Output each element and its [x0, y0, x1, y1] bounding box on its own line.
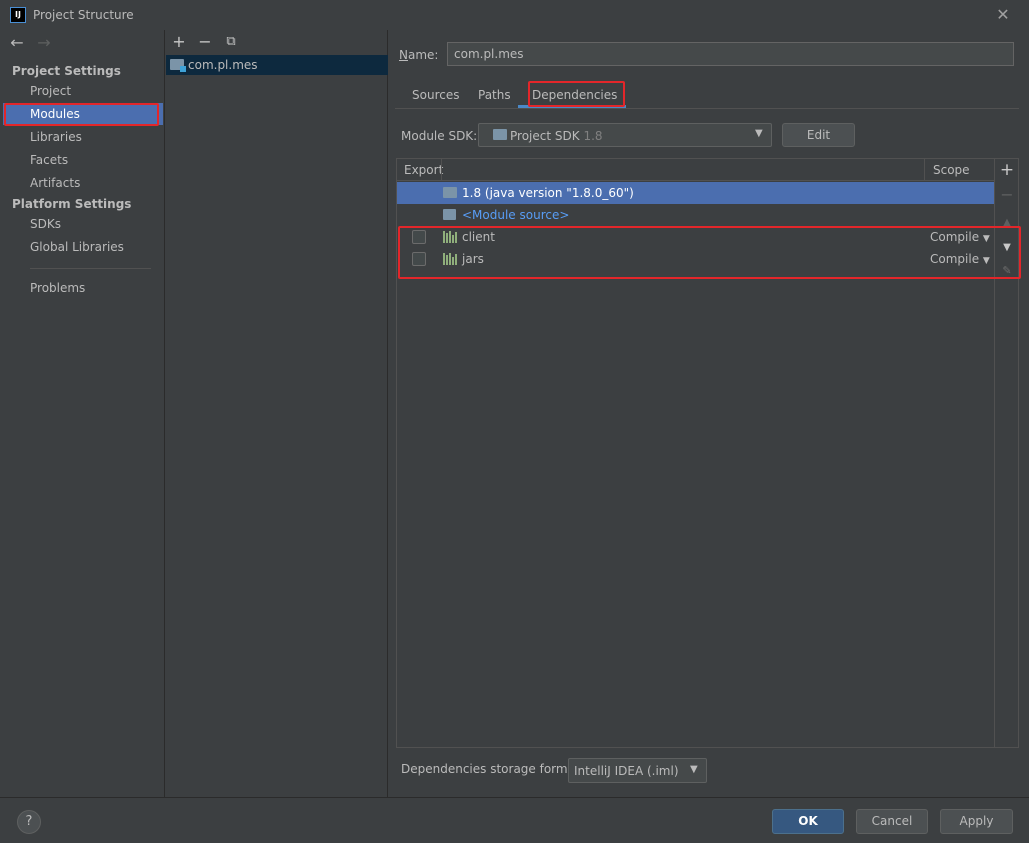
nav-item-libraries[interactable]: Libraries — [3, 126, 163, 148]
cancel-button[interactable]: Cancel — [856, 809, 928, 834]
add-dependency-icon[interactable]: + — [998, 161, 1016, 179]
storage-format-label: Dependencies storage format: — [401, 762, 584, 776]
sdk-folder-icon — [493, 129, 507, 140]
window-title: Project Structure — [33, 8, 134, 22]
module-name-input[interactable] — [447, 42, 1014, 66]
column-export[interactable]: Export — [404, 163, 443, 177]
nav-item-problems[interactable]: Problems — [3, 277, 163, 299]
dependency-name: 1.8 (java version "1.8.0_60") — [462, 186, 634, 200]
column-scope[interactable]: Scope — [933, 163, 970, 177]
module-folder-icon — [170, 59, 186, 72]
module-source-icon — [443, 209, 456, 220]
tab-sources[interactable]: Sources — [412, 87, 459, 109]
highlight-box-modules — [4, 103, 159, 126]
module-tree-panel — [166, 30, 388, 797]
sdk-name: Project SDK — [510, 129, 580, 143]
add-module-icon[interactable]: + — [170, 33, 188, 51]
name-label: Name: — [399, 48, 439, 62]
nav-item-sdks[interactable]: SDKs — [3, 213, 163, 235]
jdk-folder-icon — [443, 187, 457, 198]
help-button[interactable]: ? — [17, 810, 41, 834]
highlight-box-library-rows — [398, 226, 1021, 279]
nav-item-facets[interactable]: Facets — [3, 149, 163, 171]
module-sdk-value: Project SDK 1.8 — [510, 129, 603, 143]
intellij-app-icon: IJ — [10, 7, 26, 23]
forward-arrow-icon[interactable]: → — [35, 34, 53, 52]
ok-button[interactable]: OK — [772, 809, 844, 834]
nav-divider — [30, 268, 151, 269]
bottom-divider — [0, 797, 1029, 798]
project-settings-header: Project Settings — [12, 64, 121, 78]
module-sdk-label: Module SDK: — [401, 129, 478, 143]
apply-button[interactable]: Apply — [940, 809, 1013, 834]
close-window-button[interactable]: ✕ — [993, 5, 1013, 25]
column-divider — [441, 159, 442, 181]
column-divider — [924, 159, 925, 181]
edit-sdk-button[interactable]: Edit — [782, 123, 855, 147]
sdk-version: 1.8 — [583, 129, 603, 143]
tree-item-label: com.pl.mes — [188, 58, 258, 72]
tabs-divider — [395, 108, 1019, 109]
title-bar — [0, 0, 1029, 30]
remove-module-icon[interactable]: − — [196, 33, 214, 51]
dependency-name: <Module source> — [462, 208, 570, 222]
copy-module-icon[interactable]: ⧉ — [222, 33, 240, 51]
storage-format-value: IntelliJ IDEA (.iml) — [574, 764, 679, 778]
remove-dependency-icon[interactable]: − — [998, 186, 1016, 204]
nav-item-artifacts[interactable]: Artifacts — [3, 172, 163, 194]
highlight-box-dependencies-tab — [528, 81, 625, 107]
platform-settings-header: Platform Settings — [12, 197, 132, 211]
back-arrow-icon[interactable]: ← — [8, 34, 26, 52]
tab-paths[interactable]: Paths — [478, 87, 511, 109]
chevron-down-icon: ▼ — [755, 128, 763, 139]
nav-item-project[interactable]: Project — [3, 80, 163, 102]
nav-item-global-libraries[interactable]: Global Libraries — [3, 236, 163, 258]
chevron-down-icon: ▼ — [690, 764, 698, 775]
table-header — [397, 159, 994, 181]
